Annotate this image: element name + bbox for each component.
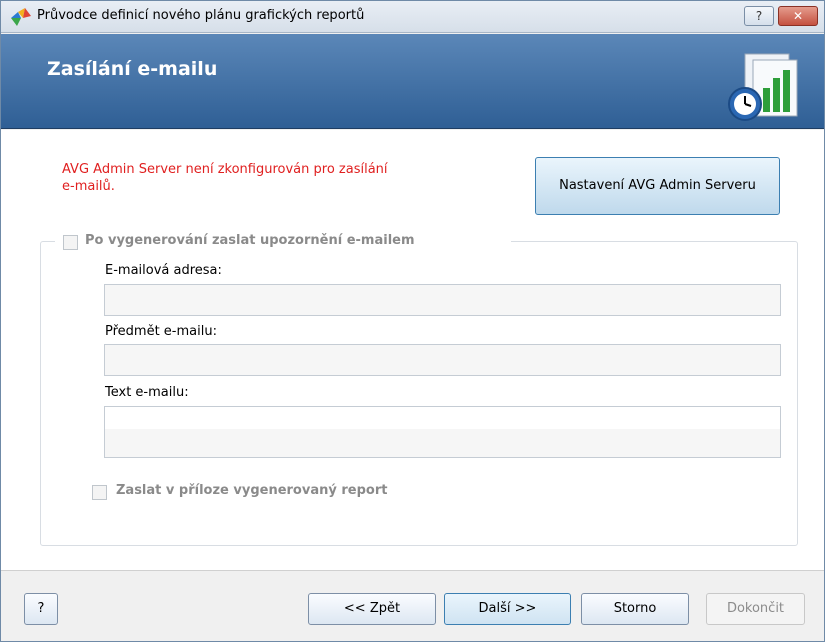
attach-report-checkbox[interactable] [92,485,107,500]
email-body-label: Text e-mailu: [105,385,189,400]
close-button[interactable]: ✕ [778,6,818,26]
header-banner: Zasílání e-mailu [1,34,824,129]
page-title: Zasílání e-mailu [47,58,218,80]
cancel-button[interactable]: Storno [581,593,689,625]
scheduled-report-icon [728,53,798,121]
next-button[interactable]: Další >> [444,593,571,625]
title-bar: Průvodce definicí nového plánu grafickýc… [1,1,824,33]
email-subject-label: Předmět e-mailu: [105,324,217,339]
help-button[interactable]: ? [24,593,58,625]
warning-line-2: e-mailů. [62,179,115,194]
avg-logo-icon [11,8,31,26]
window-title: Průvodce definicí nového plánu grafickýc… [37,8,365,23]
warning-line-1: AVG Admin Server není zkonfigurován pro … [62,162,388,177]
title-help-button[interactable]: ? [744,6,774,26]
email-subject-input[interactable] [104,344,781,376]
email-address-label: E-mailová adresa: [105,263,222,278]
email-address-input[interactable] [104,284,781,316]
admin-server-settings-button[interactable]: Nastavení AVG Admin Serveru [535,157,780,215]
wizard-window: Průvodce definicí nového plánu grafickýc… [0,0,825,642]
send-email-checkbox-label: Po vygenerování zaslat upozornění e-mail… [85,233,415,248]
back-button[interactable]: << Zpět [308,593,436,625]
attach-report-label: Zaslat v příloze vygenerovaný report [116,483,388,498]
email-body-textarea[interactable] [104,406,781,458]
finish-button[interactable]: Dokončit [706,593,805,625]
send-email-checkbox[interactable] [63,235,78,250]
footer-divider [1,570,824,571]
server-warning: AVG Admin Server není zkonfigurován pro … [62,161,482,195]
